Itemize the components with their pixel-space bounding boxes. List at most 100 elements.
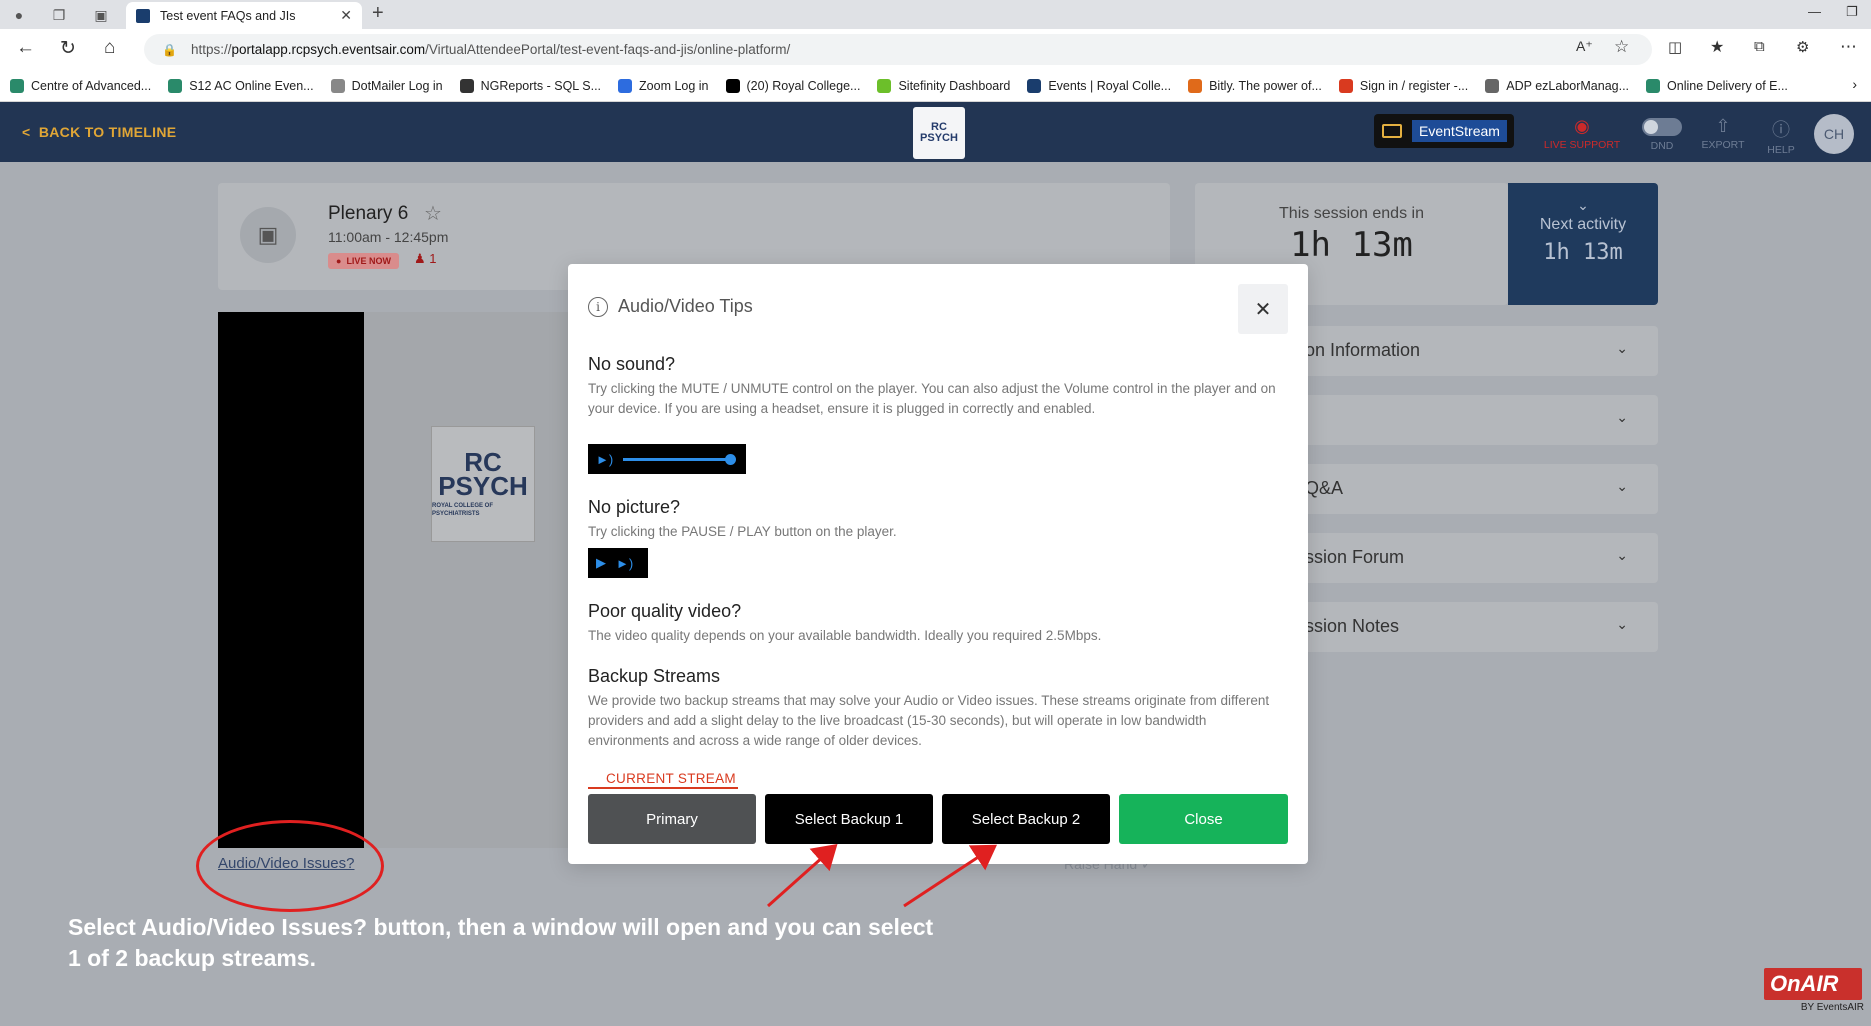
read-aloud-icon[interactable]: A⁺ (1576, 38, 1593, 55)
profile-icon[interactable]: ● (8, 4, 30, 26)
chevron-down-icon: ⌄ (1616, 409, 1628, 425)
chevron-down-icon: ⌄ (1616, 478, 1628, 494)
bookmark-label: DotMailer Log in (351, 78, 443, 93)
volume-control-demo: ►) (588, 444, 746, 474)
lock-icon[interactable]: 🔒 (162, 43, 177, 57)
bookmark-label: Bitly. The power of... (1209, 78, 1322, 93)
bookmark-label: NGReports - SQL S... (480, 78, 602, 93)
bookmark-item[interactable]: Centre of Advanced... (10, 78, 151, 93)
new-tab-icon[interactable]: + (372, 2, 384, 25)
onair-logo: OnAIR (1764, 968, 1862, 1000)
current-stream-underline (588, 787, 738, 789)
bookmark-label: Sign in / register -... (1359, 78, 1469, 93)
bookmark-item[interactable]: Online Delivery of E... (1646, 78, 1788, 93)
browser-tab-active[interactable]: Test event FAQs and JIs ✕ (126, 2, 362, 29)
url-host: portalapp.rcpsych.eventsair.com (231, 42, 426, 57)
bookmark-favicon-icon (1485, 78, 1500, 93)
primary-stream-button[interactable]: Primary (588, 794, 756, 844)
no-sound-text: Try clicking the MUTE / UNMUTE control o… (588, 381, 1276, 416)
bookmark-favicon-icon (877, 78, 892, 93)
video-player[interactable] (218, 312, 364, 848)
bookmark-favicon-icon (1646, 78, 1661, 93)
bookmark-favicon-icon (330, 78, 345, 93)
help-button[interactable]: ⓘ HELP (1751, 116, 1811, 156)
bookmark-item[interactable]: Sitefinity Dashboard (877, 78, 1011, 93)
bookmark-favicon-icon (1188, 78, 1203, 93)
modal-close-icon[interactable]: ✕ (1238, 284, 1288, 334)
next-activity-card[interactable]: ⌄ Next activity 1h 13m (1508, 183, 1658, 305)
annotation-line1: Select Audio/Video Issues? button, then … (68, 914, 934, 940)
export-button[interactable]: ⇧ EXPORT (1693, 116, 1753, 151)
live-support-label: LIVE SUPPORT (1543, 139, 1621, 151)
bookmark-label: (20) Royal College... (746, 78, 861, 93)
bookmarks-bar: Centre of Advanced... S12 AC Online Even.… (0, 70, 1871, 102)
bookmark-item[interactable]: Bitly. The power of... (1188, 78, 1322, 93)
collections-icon[interactable]: ⧉ (1754, 38, 1765, 55)
select-backup-2-button[interactable]: Select Backup 2 (942, 794, 1110, 844)
bookmark-favicon-icon (725, 78, 740, 93)
bookmark-favicon-icon (10, 78, 24, 93)
bookmark-item[interactable]: NGReports - SQL S... (459, 78, 602, 93)
tab-close-icon[interactable]: ✕ (340, 7, 352, 24)
back-arrow-icon[interactable]: ← (16, 37, 35, 59)
help-label: HELP (1767, 144, 1795, 156)
bookmark-item[interactable]: (20) Royal College... (725, 78, 861, 93)
split-screen-icon[interactable]: ◫ (1668, 38, 1682, 56)
eventstream-label: EventStream (1412, 120, 1507, 142)
bookmark-item[interactable]: DotMailer Log in (330, 78, 443, 93)
favorite-star-icon[interactable]: ☆ (1614, 37, 1629, 57)
bookmark-item[interactable]: Sign in / register -... (1338, 78, 1469, 93)
favorite-session-star-icon[interactable]: ☆ (424, 201, 442, 226)
user-avatar[interactable]: CH (1814, 114, 1854, 154)
audio-video-tips-modal: i Audio/Video Tips ✕ No sound? Try click… (568, 264, 1308, 864)
extensions-icon[interactable]: ⚙ (1796, 38, 1809, 56)
close-button[interactable]: Close (1119, 794, 1288, 844)
bookmark-item[interactable]: Zoom Log in (618, 78, 709, 93)
url-input[interactable]: 🔒 https://portalapp.rcpsych.eventsair.co… (144, 34, 1652, 65)
home-icon[interactable]: ⌂ (104, 37, 115, 59)
current-stream-label: CURRENT STREAM (606, 771, 736, 786)
tab-title: Test event FAQs and JIs (160, 8, 296, 23)
favorites-icon[interactable]: ★ (1710, 37, 1724, 57)
ends-value: 1h 13m (1290, 225, 1413, 265)
minimize-icon[interactable]: — (1808, 4, 1821, 19)
bookmark-label: Sitefinity Dashboard (898, 78, 1011, 93)
back-to-timeline-link[interactable]: < BACK TO TIMELINE (22, 124, 176, 140)
modal-header: i Audio/Video Tips (588, 296, 753, 317)
app-header: < BACK TO TIMELINE RC PSYCH EventStream … (0, 102, 1871, 162)
back-label: BACK TO TIMELINE (38, 124, 177, 140)
more-menu-icon[interactable]: ⋯ (1840, 37, 1857, 57)
info-icon: i (588, 296, 608, 317)
refresh-icon[interactable]: ↻ (60, 37, 76, 60)
bookmark-item[interactable]: ADP ezLaborManag... (1485, 78, 1629, 93)
toggle-switch-icon (1642, 118, 1682, 136)
maximize-icon[interactable]: ❐ (1846, 4, 1858, 20)
tab-actions-icon[interactable]: ▣ (90, 4, 112, 26)
bookmarks-more-icon[interactable]: › (1852, 76, 1857, 92)
workspaces-icon[interactable]: ❐ (48, 4, 70, 26)
url-path: /VirtualAttendeePortal/test-event-faqs-a… (425, 42, 791, 57)
live-support-button[interactable]: ◉ LIVE SUPPORT (1520, 116, 1644, 151)
speaker-icon: ►) (616, 555, 634, 571)
accordion-label: ssion Forum (1305, 547, 1405, 567)
eventstream-button[interactable]: EventStream (1374, 114, 1514, 148)
bookmark-favicon-icon (1338, 78, 1353, 93)
session-title: Plenary 6 (328, 203, 409, 224)
bookmark-item[interactable]: Events | Royal Colle... (1027, 78, 1171, 93)
annotation-ellipse (196, 820, 384, 912)
bookmark-item[interactable]: S12 AC Online Even... (168, 78, 314, 93)
speaker-icon: ►) (596, 451, 614, 467)
no-picture-text: Try clicking the PAUSE / PLAY button on … (588, 524, 897, 539)
chevron-down-icon: ⌄ (1616, 616, 1628, 632)
accordion-label: ssion Notes (1305, 616, 1400, 636)
bookmark-label: Zoom Log in (639, 78, 709, 93)
next-activity-label: Next activity (1539, 216, 1627, 233)
dnd-toggle[interactable]: DND (1632, 116, 1692, 152)
logo-line2: PSYCH (920, 132, 958, 144)
chevron-down-icon: ⌄ (1577, 197, 1589, 213)
person-icon: ♟ (414, 251, 426, 266)
presentation-slide: RC PSYCH ROYAL COLLEGE OF PSYCHIATRISTS (364, 312, 576, 848)
volume-slider-track (623, 453, 737, 465)
select-backup-1-button[interactable]: Select Backup 1 (765, 794, 933, 844)
bookmark-favicon-icon (618, 78, 633, 93)
